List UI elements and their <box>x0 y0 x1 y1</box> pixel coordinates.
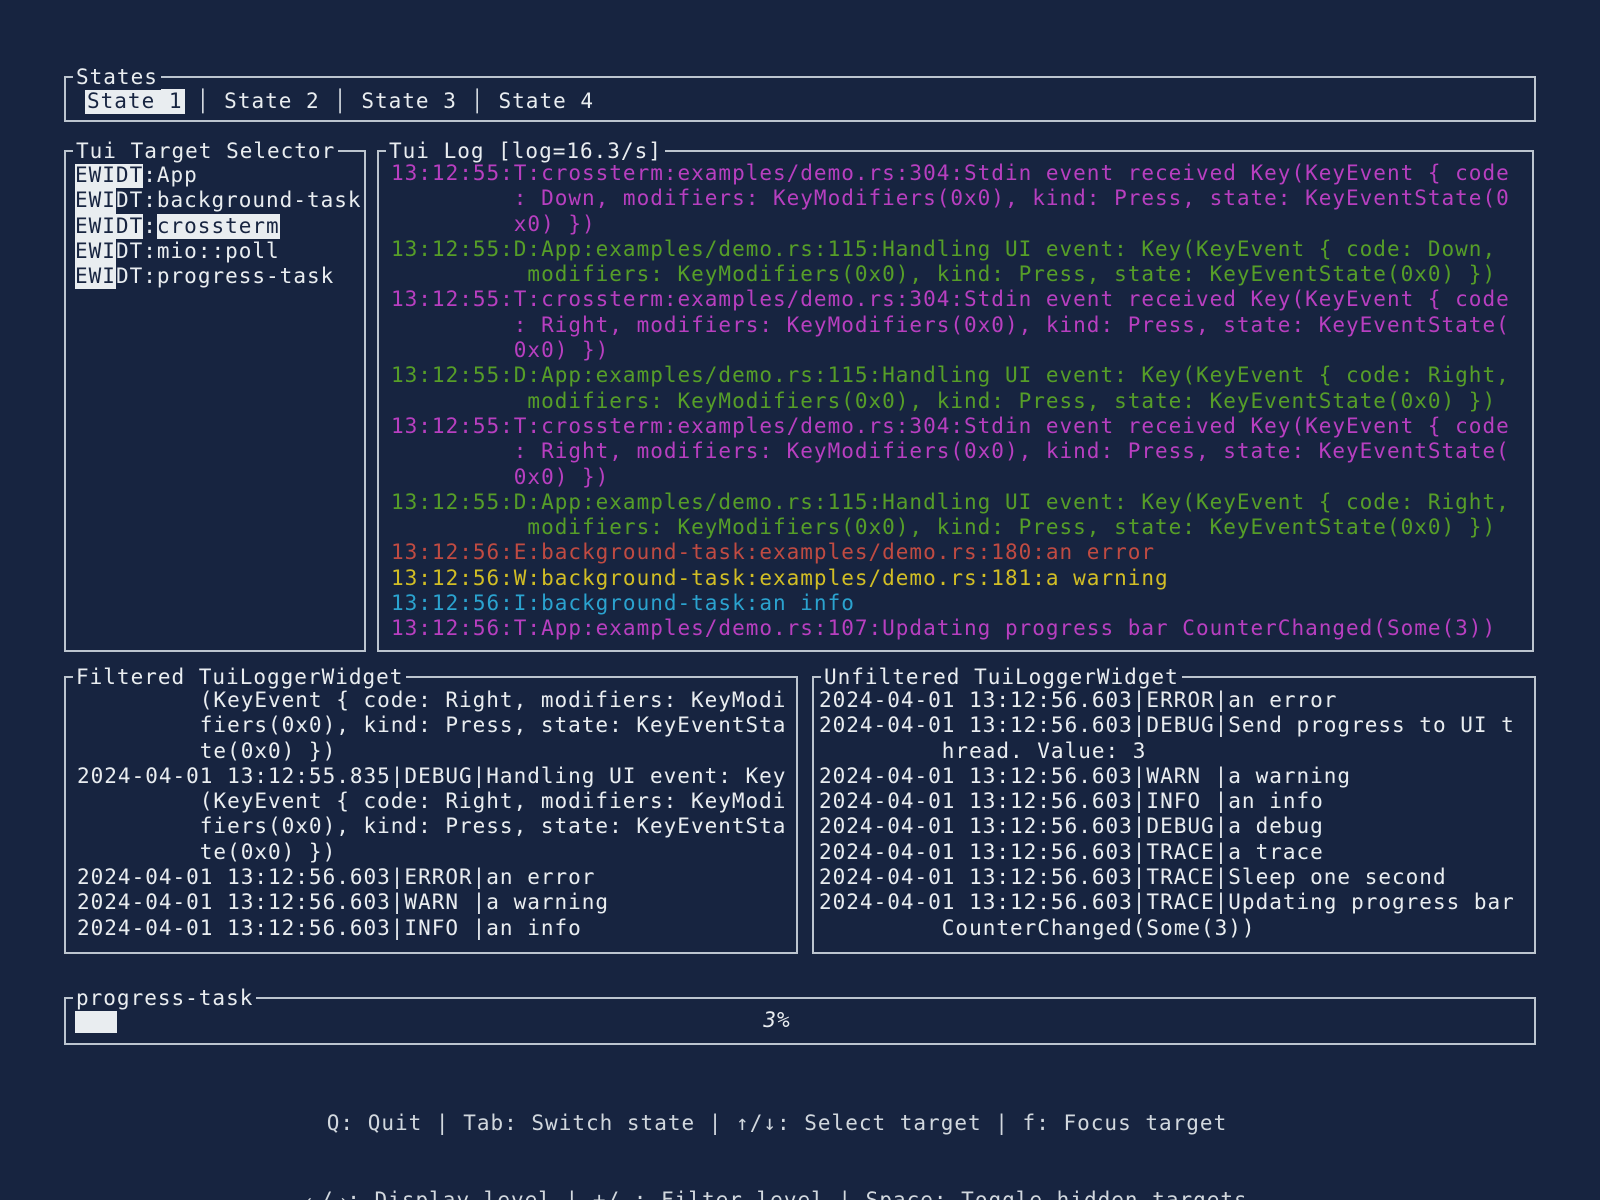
log-line: 13:12:55:D:App:examples/demo.rs:115:Hand… <box>391 363 1532 388</box>
log-line: 13:12:56:I:background-task:an info <box>391 591 1532 616</box>
log-line: : Down, modifiers: KeyModifiers(0x0), ki… <box>391 186 1532 211</box>
target-colon: : <box>143 163 157 187</box>
log-row: 2024-04-01 13:12:56.603|INFO |an info <box>819 789 1534 814</box>
log-row: 2024-04-01 13:12:55.835|DEBUG|Handling U… <box>77 764 796 789</box>
log-line: modifiers: KeyModifiers(0x0), kind: Pres… <box>391 262 1532 287</box>
states-panel-title: States <box>73 65 161 90</box>
log-row: 2024-04-01 13:12:56.603|TRACE|a trace <box>819 840 1534 865</box>
log-row: fiers(0x0), kind: Press, state: KeyEvent… <box>77 713 796 738</box>
terminal-screen: States State 1 │ State 2 │ State 3 │ State 4 T… <box>0 0 1600 1200</box>
tab-state-2[interactable]: State 2 <box>222 89 322 114</box>
log-row: te(0x0) }) <box>77 739 796 764</box>
level-flags-enabled: EWIDT <box>75 214 143 239</box>
log-line: : Right, modifiers: KeyModifiers(0x0), k… <box>391 439 1532 464</box>
target-selector-panel: Tui Target Selector EWIDT:App EWIDT:back… <box>64 150 366 652</box>
log-row: 2024-04-01 13:12:56.603|TRACE|Updating p… <box>819 890 1534 915</box>
log-line: 13:12:55:D:App:examples/demo.rs:115:Hand… <box>391 490 1532 515</box>
tab-state-3[interactable]: State 3 <box>359 89 459 114</box>
help-line-2: ←/→: Display level | +/-: Filter level |… <box>64 1188 1490 1200</box>
log-row: 2024-04-01 13:12:56.603|WARN |a warning <box>819 764 1534 789</box>
target-colon: : <box>143 239 157 263</box>
log-row: 2024-04-01 13:12:56.603|DEBUG|a debug <box>819 814 1534 839</box>
log-row: 2024-04-01 13:12:56.603|TRACE|Sleep one … <box>819 865 1534 890</box>
log-line: 13:12:55:D:App:examples/demo.rs:115:Hand… <box>391 237 1532 262</box>
log-row: 2024-04-01 13:12:56.603|ERROR|an error <box>77 865 796 890</box>
progress-panel: progress-task 3% <box>64 997 1536 1045</box>
log-line: 13:12:56:W:background-task:examples/demo… <box>391 566 1532 591</box>
target-row-progress-task[interactable]: EWIDT:progress-task <box>75 264 364 289</box>
tui-log-lines: 13:12:55:T:crossterm:examples/demo.rs:30… <box>379 152 1532 642</box>
log-row: (KeyEvent { code: Right, modifiers: KeyM… <box>77 688 796 713</box>
log-row: 2024-04-01 13:12:56.603|DEBUG|Send progr… <box>819 713 1534 738</box>
unfiltered-logger-lines: 2024-04-01 13:12:56.603|ERROR|an error 2… <box>814 678 1534 941</box>
unfiltered-logger-panel: Unfiltered TuiLoggerWidget 2024-04-01 13… <box>812 676 1536 954</box>
log-line: 13:12:55:T:crossterm:examples/demo.rs:30… <box>391 414 1532 439</box>
states-tab-bar: State 1 │ State 2 │ State 3 │ State 4 <box>66 78 1534 114</box>
log-row: 2024-04-01 13:12:56.603|ERROR|an error <box>819 688 1534 713</box>
log-line: 13:12:55:T:crossterm:examples/demo.rs:30… <box>391 161 1532 186</box>
help-text: Q: Quit | Tab: Switch state | ↑/↓: Selec… <box>64 1060 1536 1200</box>
log-line: 13:12:55:T:crossterm:examples/demo.rs:30… <box>391 287 1532 312</box>
tab-state-4[interactable]: State 4 <box>497 89 597 114</box>
log-row: 2024-04-01 13:12:56.603|INFO |an info <box>77 916 796 941</box>
log-row: hread. Value: 3 <box>819 739 1534 764</box>
level-flags-disabled: DT <box>116 188 143 212</box>
unfiltered-logger-title: Unfiltered TuiLoggerWidget <box>821 665 1182 690</box>
tab-separator: │ <box>471 89 485 113</box>
tui-log-panel: Tui Log [log=16.3/s] 13:12:55:T:crosster… <box>377 150 1534 652</box>
target-name: mio::poll <box>157 239 280 263</box>
level-flags-disabled: DT <box>116 264 143 288</box>
target-colon: : <box>143 188 157 212</box>
log-row: te(0x0) }) <box>77 840 796 865</box>
target-name: progress-task <box>157 264 334 288</box>
target-name: background-task <box>157 188 362 212</box>
target-row-mio-poll[interactable]: EWIDT:mio::poll <box>75 239 364 264</box>
tab-state-1[interactable]: State 1 <box>85 89 185 114</box>
level-flags-enabled: EWI <box>75 264 116 289</box>
tab-separator: │ <box>334 89 348 113</box>
log-line: 13:12:56:E:background-task:examples/demo… <box>391 540 1532 565</box>
target-row-background-task[interactable]: EWIDT:background-task <box>75 188 364 213</box>
log-row: (KeyEvent { code: Right, modifiers: KeyM… <box>77 789 796 814</box>
target-name-selected: crossterm <box>157 214 280 239</box>
level-flags-enabled: EWIDT <box>75 163 143 188</box>
gauge-percent-label: 3% <box>66 1008 1488 1033</box>
log-row: 2024-04-01 13:12:56.603|WARN |a warning <box>77 890 796 915</box>
progress-panel-title: progress-task <box>73 986 256 1011</box>
log-line: x0) }) <box>391 212 1532 237</box>
level-flags-disabled: DT <box>116 239 143 263</box>
level-flags-enabled: EWI <box>75 188 116 213</box>
help-line-1: Q: Quit | Tab: Switch state | ↑/↓: Selec… <box>64 1111 1490 1137</box>
target-row-app[interactable]: EWIDT:App <box>75 163 364 188</box>
log-line: 13:12:56:T:App:examples/demo.rs:107:Upda… <box>391 616 1532 641</box>
log-row: fiers(0x0), kind: Press, state: KeyEvent… <box>77 814 796 839</box>
log-line: 0x0) }) <box>391 338 1532 363</box>
target-name: App <box>157 163 198 187</box>
states-panel: States State 1│State 2│State 3│State 4 <box>64 76 1536 122</box>
level-flags-enabled: EWI <box>75 239 116 264</box>
log-line: modifiers: KeyModifiers(0x0), kind: Pres… <box>391 389 1532 414</box>
log-row: CounterChanged(Some(3)) <box>819 916 1534 941</box>
tui-log-title: Tui Log [log=16.3/s] <box>386 139 665 164</box>
target-colon: : <box>143 264 157 288</box>
log-line: modifiers: KeyModifiers(0x0), kind: Pres… <box>391 515 1532 540</box>
log-line: 0x0) }) <box>391 465 1532 490</box>
target-colon: : <box>143 214 157 238</box>
filtered-logger-lines: (KeyEvent { code: Right, modifiers: KeyM… <box>66 678 796 941</box>
log-line: : Right, modifiers: KeyModifiers(0x0), k… <box>391 313 1532 338</box>
target-row-crossterm[interactable]: EWIDT:crossterm <box>75 214 364 239</box>
filtered-logger-title: Filtered TuiLoggerWidget <box>73 665 406 690</box>
target-selector-title: Tui Target Selector <box>73 139 338 164</box>
target-list: EWIDT:App EWIDT:background-task EWIDT:cr… <box>66 152 364 289</box>
tab-separator: │ <box>197 89 211 113</box>
filtered-logger-panel: Filtered TuiLoggerWidget (KeyEvent { cod… <box>64 676 798 954</box>
